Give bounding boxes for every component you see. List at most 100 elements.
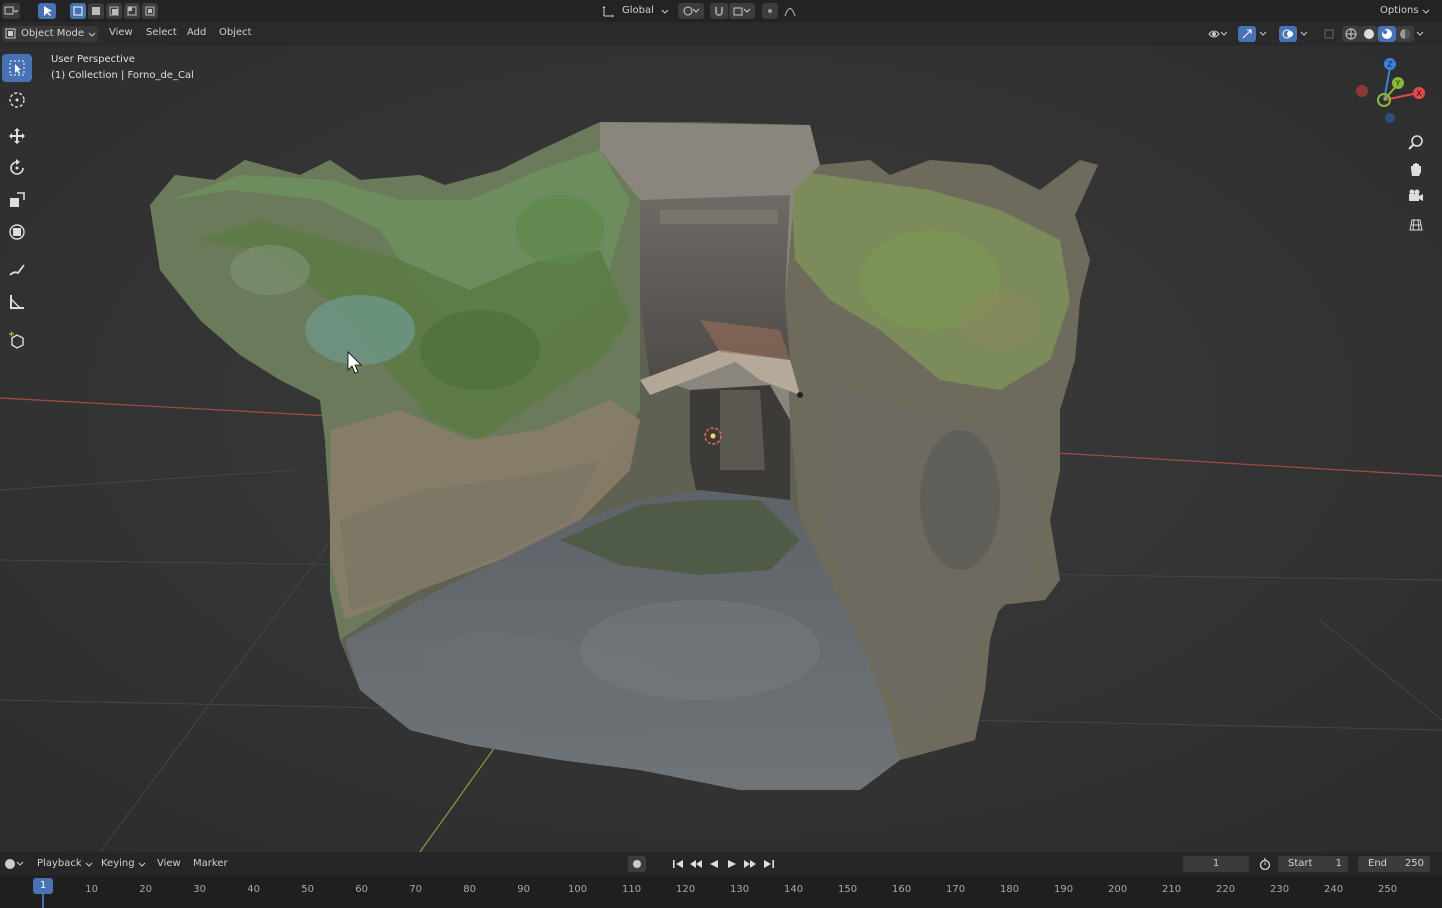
ruler-tick-label: 110	[622, 884, 642, 895]
ruler-tick-label: 80	[463, 884, 476, 895]
orientation-label: Global	[622, 5, 654, 16]
gizmo-neg-z[interactable]	[1385, 113, 1395, 123]
jump-end-icon[interactable]	[760, 856, 778, 872]
transform-orientation-dropdown[interactable]: Global	[600, 3, 670, 19]
ruler-tick-label: 160	[892, 884, 912, 895]
grid-view-icon[interactable]	[1404, 212, 1428, 236]
menu-keying[interactable]: Keying	[101, 858, 135, 869]
ruler-tick-label: 130	[730, 884, 750, 895]
3d-viewport[interactable]: User Perspective (1) Collection | Forno_…	[0, 46, 1442, 852]
chevron-down-icon	[88, 32, 96, 37]
menu-marker[interactable]: Marker	[193, 858, 228, 869]
rotate-tool-icon[interactable]	[2, 154, 32, 182]
add-cube-tool-icon[interactable]	[2, 326, 32, 354]
ruler-tick-label: 120	[676, 884, 696, 895]
zoom-icon[interactable]	[1404, 130, 1428, 154]
chevron-down-icon	[661, 9, 669, 14]
shading-dropdown-icon[interactable]	[1414, 26, 1426, 42]
gizmo-toggle-icon[interactable]	[1238, 26, 1256, 42]
annotate-tool-icon[interactable]	[2, 256, 32, 284]
hand-pan-icon[interactable]	[1404, 157, 1428, 181]
overlays-toggle-icon[interactable]	[1279, 26, 1297, 42]
select-box-subtract-icon[interactable]	[106, 3, 122, 19]
object-mode-dropdown[interactable]: Object Mode	[2, 26, 98, 42]
start-value: 1	[1335, 858, 1342, 869]
navigation-gizmo[interactable]: Z X Y	[1350, 54, 1430, 134]
perspective-label: User Perspective	[51, 54, 135, 65]
measure-tool-icon[interactable]	[2, 288, 32, 316]
move-tool-icon[interactable]	[2, 122, 32, 150]
select-tool-icon[interactable]	[2, 54, 32, 82]
menu-add[interactable]: Add	[187, 27, 206, 38]
ruler-tick-label: 210	[1162, 884, 1182, 895]
orientation-axis-icon	[602, 6, 614, 18]
gizmo-dropdown-icon[interactable]	[1257, 26, 1269, 42]
ruler-tick-label: 220	[1216, 884, 1236, 895]
menu-object[interactable]: Object	[219, 27, 252, 38]
next-keyframe-icon[interactable]	[741, 856, 759, 872]
select-box-intersect-icon[interactable]	[142, 3, 158, 19]
prev-keyframe-icon[interactable]	[687, 856, 705, 872]
object-origin	[797, 392, 803, 398]
options-dropdown[interactable]: Options	[1372, 3, 1432, 19]
overlays-dropdown-icon[interactable]	[1298, 26, 1310, 42]
ruler-tick-label: 30	[193, 884, 206, 895]
select-mode-tweak-icon[interactable]	[38, 3, 56, 19]
current-frame-field[interactable]: 1	[1183, 856, 1249, 872]
ruler-tick-label: 200	[1108, 884, 1128, 895]
transform-tool-icon[interactable]	[2, 218, 32, 246]
solid-shading-icon[interactable]	[1360, 26, 1378, 42]
select-box-new-icon[interactable]	[70, 3, 86, 19]
top-toolbar: Global Options	[0, 0, 1442, 22]
current-frame-marker[interactable]: 1	[33, 878, 53, 894]
collection-label: (1) Collection | Forno_de_Cal	[51, 70, 194, 81]
snap-toggle-icon[interactable]	[710, 3, 728, 19]
ruler-tick-label: 170	[946, 884, 966, 895]
ruler-tick-label: 70	[409, 884, 422, 895]
ruler-tick-label: 140	[784, 884, 804, 895]
ruler-tick-label: 150	[838, 884, 858, 895]
ruler-tick-label: 190	[1054, 884, 1074, 895]
gizmo-neg-x[interactable]	[1356, 85, 1368, 97]
proportional-edit-icon[interactable]	[762, 3, 778, 19]
play-reverse-icon[interactable]	[705, 856, 723, 872]
ruler-tick-label: 60	[355, 884, 368, 895]
menu-playback[interactable]: Playback	[37, 858, 82, 869]
current-frame-value: 1	[1212, 858, 1220, 869]
chevron-down-icon	[85, 862, 93, 867]
rendered-shading-icon[interactable]	[1396, 26, 1414, 42]
pivot-point-icon[interactable]	[678, 3, 704, 19]
chevron-down-icon	[1422, 9, 1430, 14]
gizmo-y-label: Y	[1395, 79, 1401, 88]
play-icon[interactable]	[723, 856, 741, 872]
stopwatch-icon[interactable]	[1256, 856, 1274, 872]
camera-icon[interactable]	[1404, 184, 1428, 208]
select-box-extend-icon[interactable]	[88, 3, 104, 19]
menu-select[interactable]: Select	[146, 27, 177, 38]
ruler-tick-label: 50	[301, 884, 314, 895]
wireframe-shading-icon[interactable]	[1342, 26, 1360, 42]
visibility-filter-icon[interactable]	[1204, 26, 1230, 42]
falloff-curve-icon[interactable]	[782, 3, 798, 19]
snap-target-icon[interactable]	[729, 3, 755, 19]
end-frame-field[interactable]: End 250	[1358, 856, 1430, 872]
ruler-tick-label: 100	[568, 884, 588, 895]
timeline-editor-type-icon[interactable]	[2, 856, 26, 872]
select-box-invert-icon[interactable]	[124, 3, 140, 19]
menu-view[interactable]: View	[109, 27, 133, 38]
material-shading-icon[interactable]	[1378, 26, 1396, 42]
record-icon[interactable]	[628, 856, 646, 872]
scale-tool-icon[interactable]	[2, 186, 32, 214]
start-frame-field[interactable]: Start 1	[1278, 856, 1348, 872]
cursor-tool-icon[interactable]	[2, 86, 32, 114]
editor-type-icon[interactable]	[2, 3, 20, 19]
ruler-tick-label: 230	[1270, 884, 1290, 895]
ruler-tick-label: 20	[139, 884, 152, 895]
jump-start-icon[interactable]	[669, 856, 687, 872]
options-label: Options	[1380, 5, 1419, 16]
menu-timeline-view[interactable]: View	[157, 858, 181, 869]
scene-canvas[interactable]	[0, 46, 1442, 852]
ruler-tick-label: 10	[85, 884, 98, 895]
ruler-tick-label: 180	[1000, 884, 1020, 895]
xray-toggle-icon[interactable]	[1320, 26, 1338, 42]
